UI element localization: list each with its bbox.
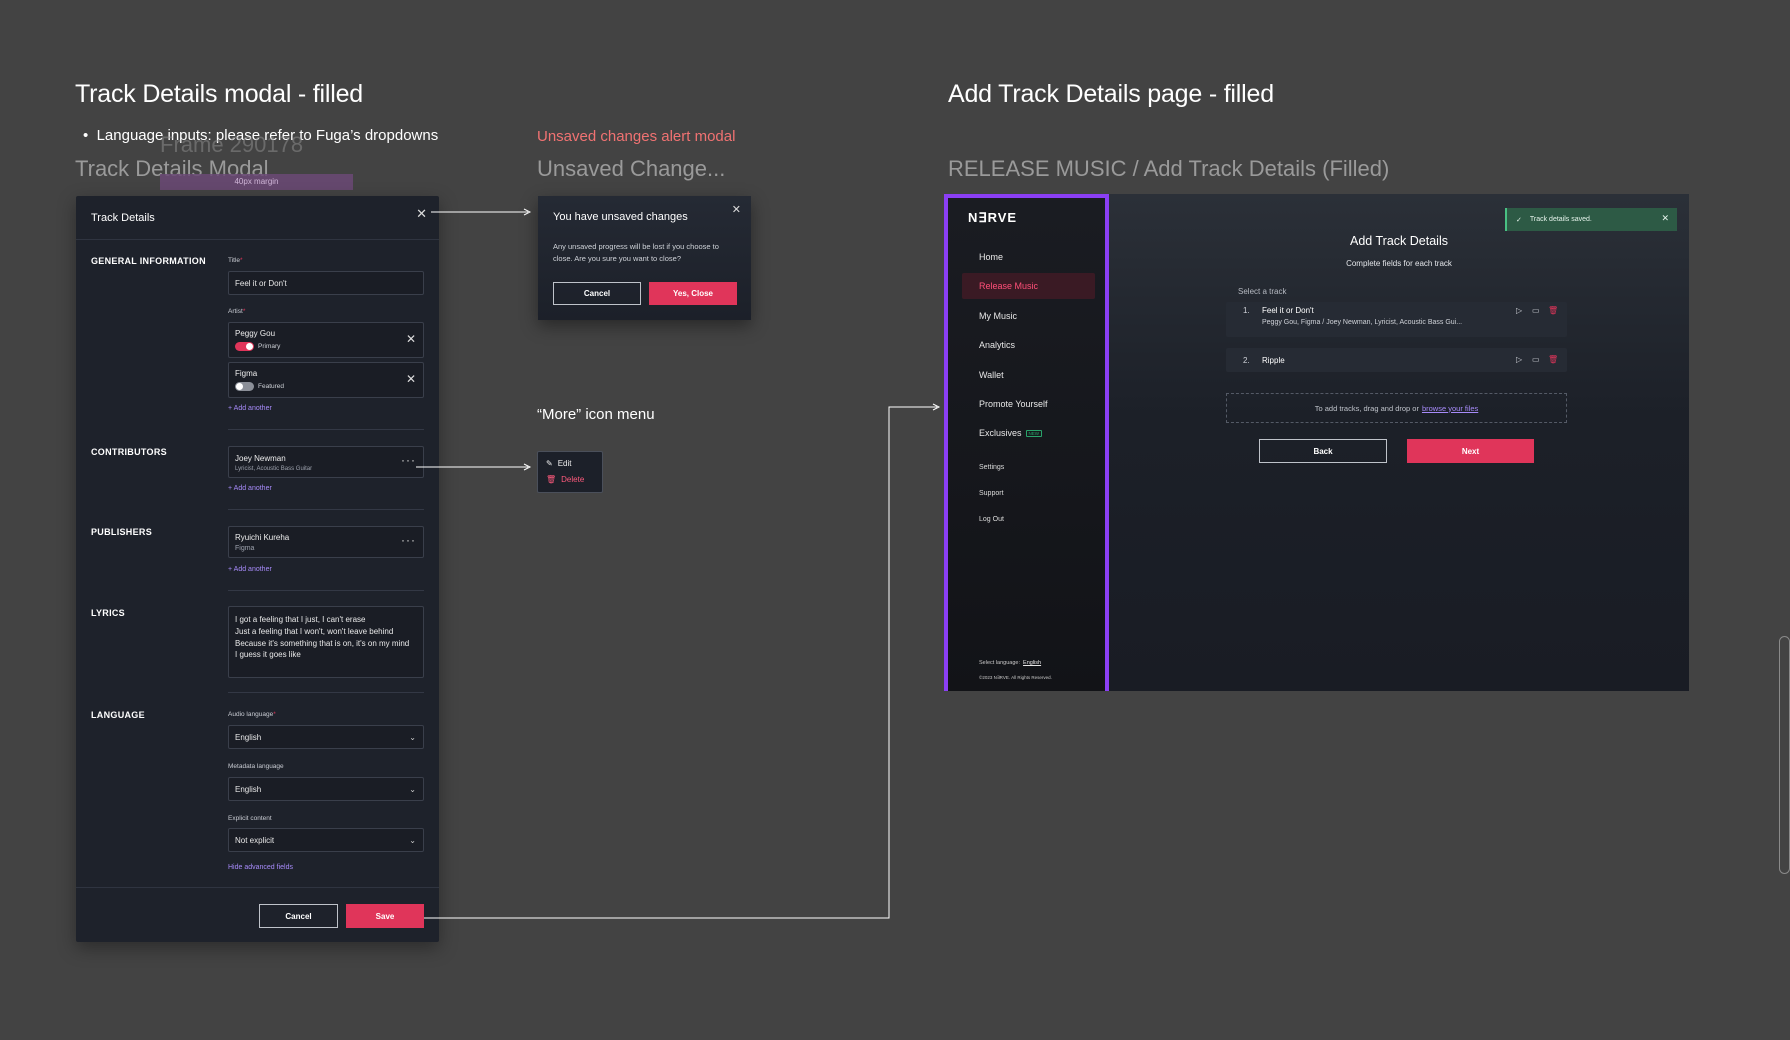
- language-selector: Select language: English: [979, 660, 1041, 666]
- unsaved-cancel-button[interactable]: Cancel: [553, 282, 641, 305]
- unsaved-body: Any unsaved progress will be lost if you…: [553, 242, 719, 263]
- nerve-logo[interactable]: N∃RVE: [968, 210, 1017, 226]
- nav-exclusives-label: Exclusives: [979, 428, 1022, 438]
- nav-wallet[interactable]: Wallet: [979, 370, 1004, 380]
- page-heading: Add Track Details: [1350, 234, 1448, 248]
- toast-success: ✓ Track details saved. ✕: [1505, 208, 1677, 231]
- menu-item-edit-label: Edit: [557, 459, 572, 468]
- trash-icon: 🗑: [546, 475, 557, 484]
- close-icon[interactable]: ✕: [732, 203, 741, 216]
- play-icon[interactable]: ▷: [1516, 355, 1522, 364]
- nav-exclusives[interactable]: Exclusives NEW: [979, 428, 1043, 438]
- track-meta: Peggy Gou, Figma / Joey Newman, Lyricist…: [1262, 319, 1463, 326]
- trash-icon[interactable]: 🗑: [1548, 306, 1558, 315]
- nav-support[interactable]: Support: [979, 490, 1004, 497]
- frame-label-release-music: RELEASE MUSIC / Add Track Details (Fille…: [948, 156, 1390, 181]
- folder-icon[interactable]: ▭: [1532, 306, 1540, 315]
- browse-files-link[interactable]: browse your files: [1422, 404, 1478, 413]
- canvas-scrollbar[interactable]: [1779, 636, 1790, 874]
- unsaved-changes-modal: You have unsaved changes ✕ Any unsaved p…: [538, 196, 751, 320]
- nav-settings[interactable]: Settings: [979, 464, 1004, 471]
- select-language-label: Select language:: [979, 660, 1020, 666]
- page-subheading: Complete fields for each track: [1346, 259, 1452, 268]
- track-number: 2.: [1243, 356, 1250, 365]
- trash-icon[interactable]: 🗑: [1548, 355, 1558, 364]
- close-icon[interactable]: ✕: [1661, 213, 1669, 224]
- unsaved-title: You have unsaved changes: [553, 211, 688, 223]
- check-icon: ✓: [1516, 216, 1522, 224]
- more-menu-section-label: “More” icon menu: [537, 406, 655, 423]
- nav-release-music[interactable]: Release Music: [962, 273, 1095, 299]
- track-row[interactable]: 1. Feel it or Don't Peggy Gou, Figma / J…: [1226, 302, 1567, 337]
- nav-analytics[interactable]: Analytics: [979, 340, 1015, 350]
- unsaved-section-label: Unsaved changes alert modal: [537, 128, 736, 145]
- folder-icon[interactable]: ▭: [1532, 355, 1540, 364]
- add-track-details-page: N∃RVE Home Release Music My Music Analyt…: [944, 194, 1689, 691]
- frame-label-unsaved: Unsaved Change...: [537, 156, 726, 181]
- next-button[interactable]: Next: [1407, 439, 1534, 463]
- track-number: 1.: [1243, 306, 1250, 315]
- more-icon-menu: ✎ Edit 🗑 Delete: [537, 451, 603, 493]
- dropzone-text: To add tracks, drag and drop or: [1314, 403, 1419, 413]
- track-name: Feel it or Don't: [1262, 306, 1314, 315]
- back-button[interactable]: Back: [1259, 439, 1387, 463]
- menu-item-edit[interactable]: ✎ Edit: [546, 459, 572, 468]
- track-name: Ripple: [1262, 356, 1285, 365]
- track-row[interactable]: 2. Ripple ▷ ▭ 🗑: [1226, 348, 1567, 372]
- new-badge: NEW: [1025, 430, 1043, 438]
- pencil-icon: ✎: [546, 459, 553, 468]
- nav-my-music[interactable]: My Music: [979, 311, 1017, 321]
- play-icon[interactable]: ▷: [1516, 306, 1522, 315]
- unsaved-confirm-button[interactable]: Yes, Close: [649, 282, 737, 305]
- menu-item-delete-label: Delete: [561, 475, 585, 484]
- copyright: ©2023 N∃RVE. All Rights Reserved.: [979, 675, 1052, 680]
- dropzone[interactable]: To add tracks, drag and drop or browse y…: [1226, 393, 1567, 423]
- language-link[interactable]: English: [1023, 660, 1041, 666]
- nav-home[interactable]: Home: [979, 252, 1003, 262]
- select-track-label: Select a track: [1238, 287, 1287, 296]
- sidebar: N∃RVE Home Release Music My Music Analyt…: [944, 194, 1109, 691]
- toast-text: Track details saved.: [1529, 216, 1592, 223]
- section-title-add-track-details: Add Track Details page - filled: [948, 80, 1274, 108]
- nav-log-out[interactable]: Log Out: [979, 516, 1004, 523]
- nav-promote-yourself[interactable]: Promote Yourself: [979, 399, 1048, 409]
- menu-item-delete[interactable]: 🗑 Delete: [546, 475, 584, 484]
